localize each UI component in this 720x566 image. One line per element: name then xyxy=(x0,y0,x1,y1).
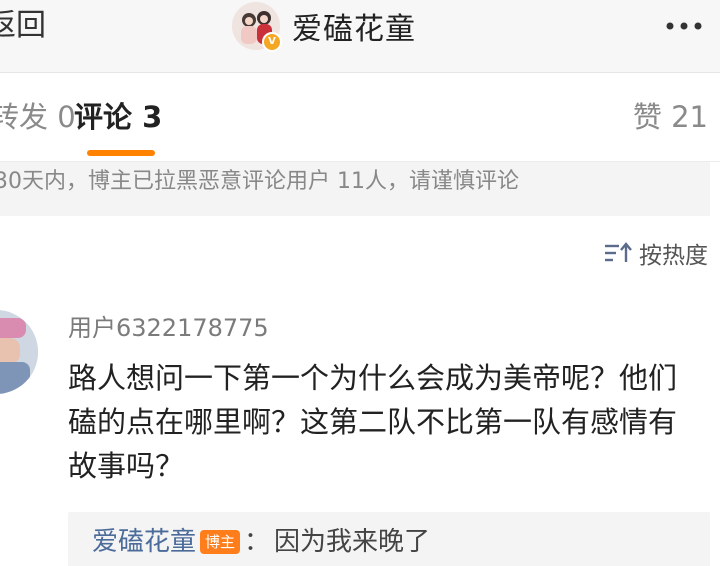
top-navbar: 返回 V 爱磕花童 xyxy=(0,0,720,73)
sort-button[interactable]: 按热度 xyxy=(603,236,708,270)
page-title: 爱磕花童 xyxy=(292,12,416,47)
notice-text: 30天内，博主已拉黑恶意评论用户 11人，请谨慎评论 xyxy=(0,169,519,194)
more-dots-icon[interactable] xyxy=(656,6,712,46)
active-tab-indicator xyxy=(87,150,155,156)
tab-bar: 转发 0 评论 3 赞 21 xyxy=(0,73,720,162)
reply-preview[interactable]: 爱磕花童 博主 ： 因为我来晚了 xyxy=(68,512,710,566)
sort-label: 按热度 xyxy=(639,243,708,269)
comment-page: 返回 V 爱磕花童 转发 0 评论 3 赞 21 30天内，博主已拉黑恶意评论用… xyxy=(0,0,720,566)
sort-icon xyxy=(605,242,632,262)
commenter-avatar[interactable] xyxy=(0,310,38,394)
comment-text: 路人想问一下第一个为什么会成为美帝呢？他们磕的点在哪里啊？这第二队不比第一队有感… xyxy=(68,361,678,483)
reply-text: 因为我来晚了 xyxy=(274,527,431,557)
block-notice: 30天内，博主已拉黑恶意评论用户 11人，请谨慎评论 xyxy=(0,162,710,216)
commenter-photo-icon xyxy=(0,310,38,394)
tab-comment[interactable]: 评论 3 xyxy=(74,97,162,137)
blogger-avatar[interactable]: V xyxy=(232,2,282,52)
tab-repost[interactable]: 转发 0 xyxy=(0,97,76,137)
reply-separator: ： xyxy=(244,527,271,557)
verified-v-icon: V xyxy=(262,32,282,52)
blogger-header[interactable]: V 爱磕花童 xyxy=(232,2,416,52)
reply-line: 爱磕花童 博主 ： 因为我来晚了 xyxy=(92,524,430,560)
author-badge: 博主 xyxy=(200,530,241,554)
back-button[interactable]: 返回 xyxy=(0,8,46,44)
commenter-name[interactable]: 用户6322178775 xyxy=(68,312,269,344)
reply-author[interactable]: 爱磕花童 xyxy=(92,524,196,560)
tab-like[interactable]: 赞 21 xyxy=(633,97,708,137)
